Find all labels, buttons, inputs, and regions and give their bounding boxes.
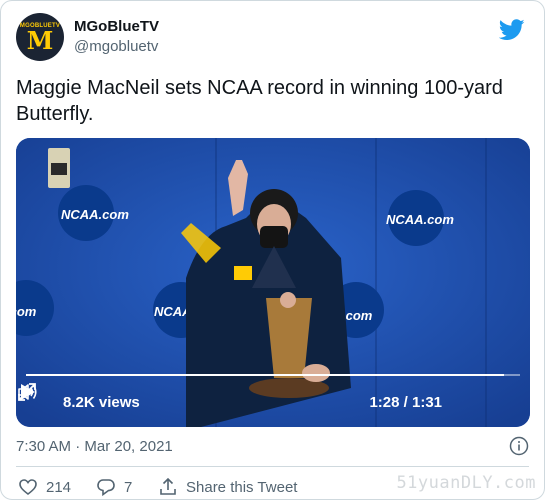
like-button[interactable]: 214 xyxy=(18,477,71,497)
avatar-letter: M xyxy=(26,25,54,55)
video-controls: 8.2K views 1:28 / 1:31 xyxy=(16,381,530,427)
reply-count: 7 xyxy=(124,478,133,496)
share-label: Share this Tweet xyxy=(186,478,298,496)
progress-fill xyxy=(26,374,504,376)
banner xyxy=(48,148,70,188)
heart-icon xyxy=(19,479,37,496)
tweet-text: Maggie MacNeil sets NCAA record in winni… xyxy=(16,77,503,125)
display-name[interactable]: MGoBlueTV xyxy=(74,17,159,37)
watermark: 51yuanDLY.com xyxy=(396,473,536,493)
share-icon xyxy=(160,477,176,495)
reply-button[interactable]: 7 xyxy=(96,477,132,497)
user-info[interactable]: MGoBlueTV @mgobluetv xyxy=(74,17,159,57)
ncaa-logo-text: NCAA.com xyxy=(386,212,454,227)
video-time: 1:28 / 1:31 xyxy=(369,394,442,411)
view-count: 8.2K views xyxy=(63,394,140,411)
reply-icon xyxy=(97,479,115,497)
info-icon[interactable] xyxy=(509,436,529,456)
video-player[interactable]: NCAA.com NCAA.com NCAA.com .com .com xyxy=(16,138,530,427)
svg-text:.com: .com xyxy=(342,308,373,323)
ncaa-logo-text: NCAA.com xyxy=(61,207,129,222)
twitter-bird-icon[interactable] xyxy=(499,19,525,41)
divider xyxy=(16,466,529,467)
like-count: 214 xyxy=(46,478,72,496)
tweet-header: MGOBLUETV M MGoBlueTV @mgobluetv xyxy=(16,13,529,65)
tweet-card: MGOBLUETV M MGoBlueTV @mgobluetv Maggie … xyxy=(0,0,545,500)
fullscreen-icon[interactable] xyxy=(16,381,38,403)
tweet-timestamp[interactable]: 7:30 AM · Mar 20, 2021 xyxy=(16,438,173,455)
progress-bar[interactable] xyxy=(26,374,520,376)
user-handle[interactable]: @mgobluetv xyxy=(74,37,159,57)
avatar[interactable]: MGOBLUETV M xyxy=(16,13,64,61)
share-button[interactable]: Share this Tweet xyxy=(158,477,297,497)
svg-text:.com: .com xyxy=(16,304,37,319)
